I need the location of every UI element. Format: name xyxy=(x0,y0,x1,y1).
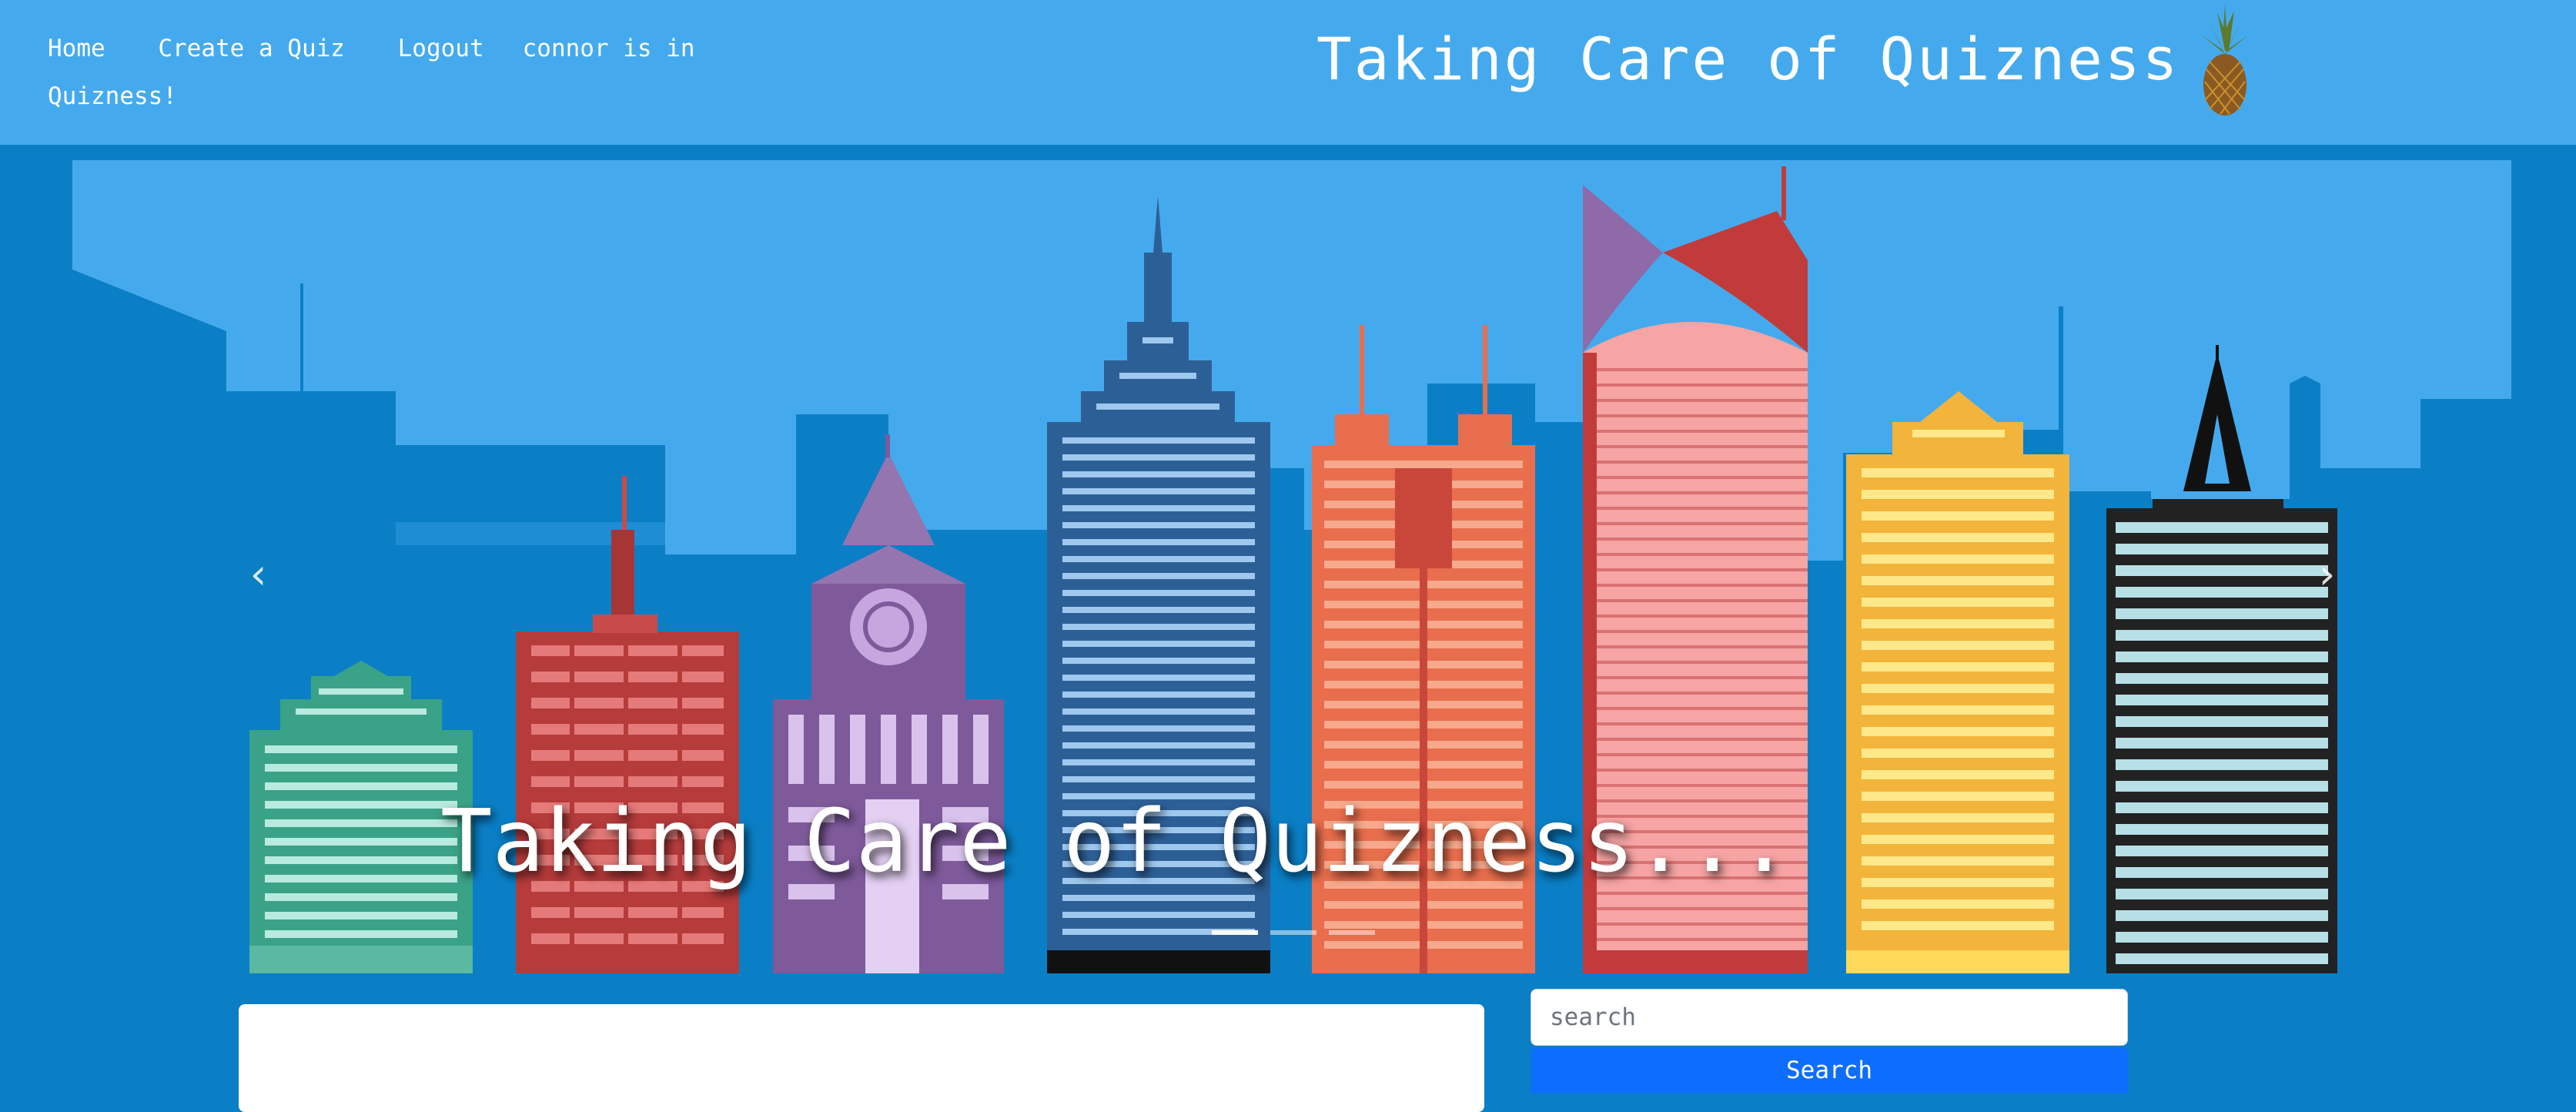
carousel-indicator-3[interactable] xyxy=(1329,930,1375,935)
carousel-indicator-2[interactable] xyxy=(1270,930,1316,935)
chevron-left-icon: ‹ xyxy=(246,549,272,598)
carousel-indicator-1[interactable] xyxy=(1212,930,1258,935)
hero-carousel: Taking Care of Quizness... ‹ › xyxy=(72,160,2511,973)
search-button[interactable]: Search xyxy=(1531,1047,2128,1094)
user-status-text: connor is in Quizness! xyxy=(48,35,695,110)
nav-home-link[interactable]: Home xyxy=(48,35,105,62)
nav-links: Home Create a Quiz Logout connor is in Qu… xyxy=(48,25,741,120)
search-input[interactable] xyxy=(1531,989,2128,1046)
navbar: Home Create a Quiz Logout connor is in Qu… xyxy=(0,0,2576,145)
pineapple-icon xyxy=(2202,5,2248,116)
carousel-prev-button[interactable]: ‹ xyxy=(236,539,282,608)
site-title: Taking Care of Quizness xyxy=(1316,25,2180,93)
quiz-list-panel xyxy=(239,1004,1484,1112)
carousel-indicators xyxy=(1212,930,1375,935)
nav-create-quiz-link[interactable]: Create a Quiz xyxy=(158,35,345,62)
chevron-right-icon: › xyxy=(2313,549,2340,598)
carousel-caption: Taking Care of Quizness... xyxy=(440,792,1791,892)
nav-logout-link[interactable]: Logout xyxy=(398,35,484,62)
carousel-next-button[interactable]: › xyxy=(2303,539,2350,608)
